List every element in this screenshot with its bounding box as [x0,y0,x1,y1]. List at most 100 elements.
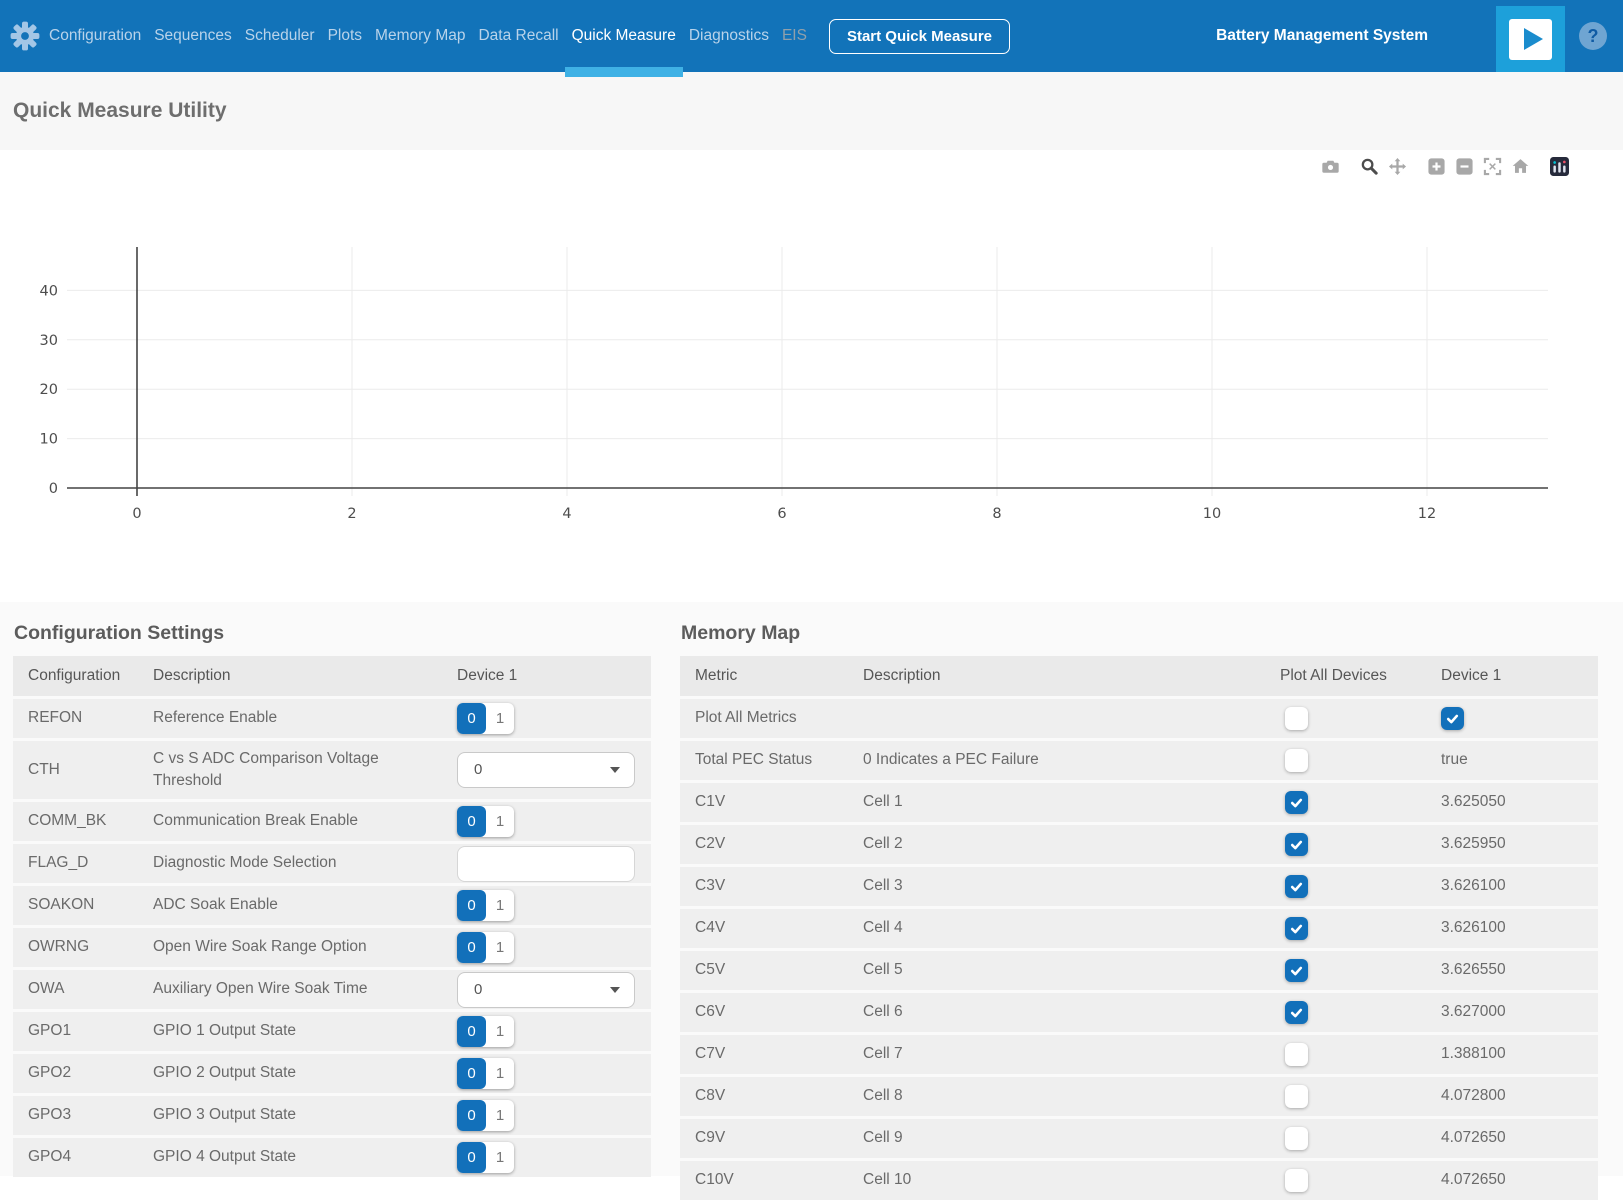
COMM_BK-device1-toggle[interactable]: 01 [457,806,514,837]
zoom-in-icon[interactable] [1416,157,1446,176]
svg-text:12: 12 [1418,506,1436,522]
memory-device1-cell: 3.625050 [1441,791,1598,813]
OWRNG-device1-toggle[interactable]: 01 [457,932,514,963]
autoscale-icon[interactable] [1483,157,1502,176]
GPO3-device1-toggle[interactable]: 01 [457,1100,514,1131]
reset-axes-home-icon[interactable] [1511,157,1530,176]
zoom-out-icon[interactable] [1455,157,1474,176]
config-col-header-configuration: Configuration [13,665,153,687]
svg-text:20: 20 [40,382,58,398]
gear-icon[interactable] [7,21,43,51]
play-icon-inner [1509,19,1552,60]
play-icon[interactable] [1496,6,1565,72]
REFON-toggle-option-0[interactable]: 0 [457,703,486,734]
memory-row-c9v: C9VCell 94.072650 [680,1119,1598,1158]
tables-section: Configuration Settings ConfigurationDesc… [0,602,1623,1176]
memory-device1-cell: 3.625950 [1441,833,1598,855]
memory-plot-all-cell [1280,917,1441,940]
GPO1-toggle-option-0[interactable]: 0 [457,1016,486,1047]
SOAKON-device1-toggle[interactable]: 01 [457,890,514,921]
config-name: GPO3 [13,1104,153,1126]
c1v-plot-all-checkbox[interactable] [1285,791,1308,814]
OWA-dropdown-value: 0 [474,979,610,1001]
camera-icon[interactable] [1321,157,1340,176]
config-row-GPO2: GPO2GPIO 2 Output State01 [13,1054,651,1093]
nav-tabs: Configuration Sequences Scheduler Plots Memo… [49,27,807,45]
plotly-logo-icon[interactable] [1539,157,1569,176]
config-row-GPO4: GPO4GPIO 4 Output State01 [13,1138,651,1177]
chart-section: 010203040024681012 [0,150,1623,602]
c4v-plot-all-checkbox[interactable] [1285,917,1308,940]
config-name: SOAKON [13,894,153,916]
config-name: GPO4 [13,1146,153,1168]
c6v-plot-all-checkbox[interactable] [1285,1001,1308,1024]
nav-tab-plots[interactable]: Plots [328,27,362,45]
memory-col-header-metric: Metric [680,665,863,687]
REFON-device1-toggle[interactable]: 01 [457,703,514,734]
config-name: REFON [13,707,153,729]
config-row-OWRNG: OWRNGOpen Wire Soak Range Option01 [13,928,651,967]
nav-tab-configuration[interactable]: Configuration [49,27,141,45]
nav-tab-quick-measure[interactable]: Quick Measure [572,27,676,45]
memory-row-total-pec-status: Total PEC Status0 Indicates a PEC Failur… [680,741,1598,780]
GPO3-toggle-option-1[interactable]: 1 [486,1100,514,1131]
plot-all-metrics-plot-all-checkbox[interactable] [1285,707,1308,730]
configuration-settings-panel: Configuration Settings ConfigurationDesc… [13,602,651,1180]
GPO4-device1-toggle[interactable]: 01 [457,1142,514,1173]
config-col-header-description: Description [153,665,457,687]
GPO2-toggle-option-0[interactable]: 0 [457,1058,486,1089]
c3v-plot-all-checkbox[interactable] [1285,875,1308,898]
FLAG_D-device1-input[interactable] [457,846,635,882]
memory-map-panel: Memory Map MetricDescriptionPlot All Dev… [680,602,1598,1203]
nav-tab-memory-map[interactable]: Memory Map [375,27,465,45]
nav-tab-sequences[interactable]: Sequences [154,27,232,45]
help-icon[interactable]: ? [1579,22,1607,50]
c7v-plot-all-checkbox[interactable] [1285,1043,1308,1066]
nav-tab-eis[interactable]: EIS [782,27,807,45]
GPO2-device1-toggle[interactable]: 01 [457,1058,514,1089]
OWA-device1-dropdown[interactable]: 0 [457,972,635,1008]
zoom-icon[interactable] [1349,157,1379,176]
chart-plot-area[interactable]: 010203040024681012 [0,150,1623,602]
memory-col-header-description: Description [863,665,1280,687]
memory-description: Cell 5 [863,959,1280,981]
SOAKON-toggle-option-1[interactable]: 1 [486,890,514,921]
c9v-plot-all-checkbox[interactable] [1285,1127,1308,1150]
GPO2-toggle-option-1[interactable]: 1 [486,1058,514,1089]
total-pec-status-plot-all-checkbox[interactable] [1285,749,1308,772]
config-name: FLAG_D [13,852,153,874]
REFON-toggle-option-1[interactable]: 1 [486,703,514,734]
c5v-plot-all-checkbox[interactable] [1285,959,1308,982]
c8v-plot-all-checkbox[interactable] [1285,1085,1308,1108]
GPO3-toggle-option-0[interactable]: 0 [457,1100,486,1131]
svg-text:0: 0 [132,506,141,522]
memory-plot-all-cell [1280,875,1441,898]
plot-all-metrics-device1-checkbox[interactable] [1441,707,1464,730]
svg-text:30: 30 [40,333,58,349]
GPO4-toggle-option-1[interactable]: 1 [486,1142,514,1173]
memory-row-c8v: C8VCell 84.072800 [680,1077,1598,1116]
OWRNG-toggle-option-1[interactable]: 1 [486,932,514,963]
c10v-plot-all-checkbox[interactable] [1285,1169,1308,1192]
memory-metric: C2V [680,833,863,855]
GPO4-toggle-option-0[interactable]: 0 [457,1142,486,1173]
OWRNG-toggle-option-0[interactable]: 0 [457,932,486,963]
pan-icon[interactable] [1388,157,1407,176]
GPO1-toggle-option-1[interactable]: 1 [486,1016,514,1047]
nav-tab-scheduler[interactable]: Scheduler [245,27,315,45]
nav-tab-diagnostics[interactable]: Diagnostics [689,27,769,45]
c2v-plot-all-checkbox[interactable] [1285,833,1308,856]
memory-plot-all-cell [1280,1169,1441,1192]
start-quick-measure-button[interactable]: Start Quick Measure [829,19,1010,54]
SOAKON-toggle-option-0[interactable]: 0 [457,890,486,921]
COMM_BK-toggle-option-0[interactable]: 0 [457,806,486,837]
config-row-GPO1: GPO1GPIO 1 Output State01 [13,1012,651,1051]
CTH-device1-dropdown[interactable]: 0 [457,752,635,788]
config-row-SOAKON: SOAKONADC Soak Enable01 [13,886,651,925]
nav-tab-data-recall[interactable]: Data Recall [478,27,558,45]
COMM_BK-toggle-option-1[interactable]: 1 [486,806,514,837]
GPO1-device1-toggle[interactable]: 01 [457,1016,514,1047]
memory-device1-value: 3.627000 [1441,1003,1506,1020]
memory-row-c3v: C3VCell 33.626100 [680,867,1598,906]
svg-text:4: 4 [562,506,571,522]
